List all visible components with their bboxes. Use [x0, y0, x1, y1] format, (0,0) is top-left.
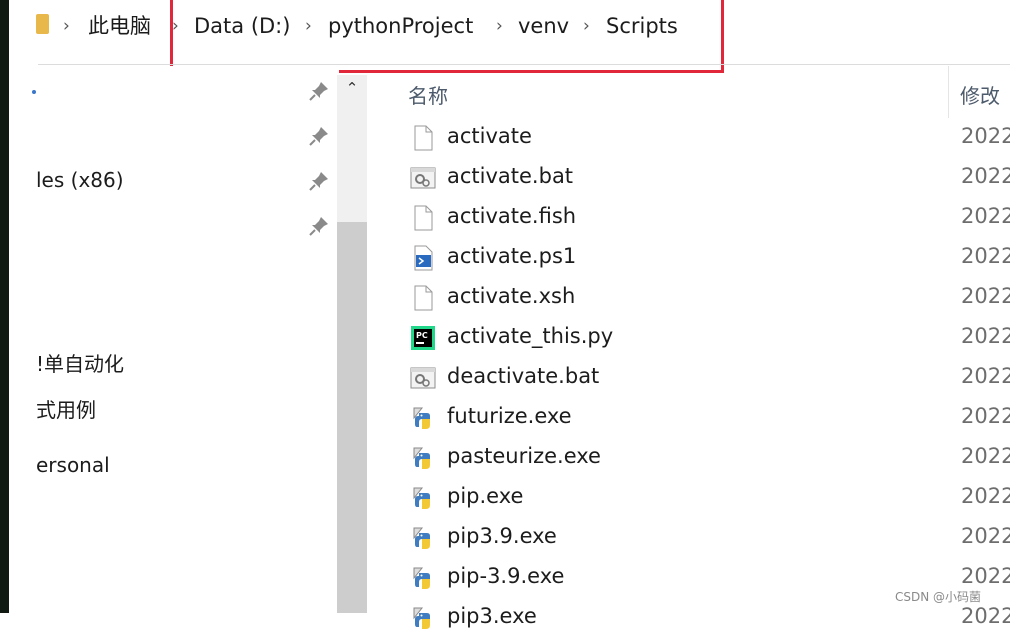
file-row[interactable]: activate.fish 2022 [405, 197, 1010, 237]
breadcrumb-this-pc[interactable]: 此电脑 [88, 12, 151, 40]
divider [38, 64, 1010, 65]
pin-icon[interactable] [308, 170, 330, 192]
column-header-modified[interactable]: 修改 [960, 80, 1000, 109]
file-row[interactable]: activate 2022 [405, 117, 1010, 157]
file-modified-date: 2022 [961, 524, 1010, 548]
powershell-file-icon [410, 245, 436, 271]
file-row[interactable]: pip.exe 2022 [405, 477, 1010, 517]
pin-icon[interactable] [308, 125, 330, 147]
file-row[interactable]: activate.bat 2022 [405, 157, 1010, 197]
nav-indicator [32, 90, 36, 94]
file-row[interactable]: futurize.exe 2022 [405, 397, 1010, 437]
file-row[interactable]: deactivate.bat 2022 [405, 357, 1010, 397]
file-row[interactable]: PC activate_this.py 2022 [405, 317, 1010, 357]
file-name: activate.xsh [447, 284, 576, 308]
pycharm-file-icon: PC [410, 325, 436, 351]
file-modified-date: 2022 [961, 324, 1010, 348]
python-exe-icon [410, 605, 436, 631]
nav-item[interactable]: !单自动化 [36, 348, 124, 377]
file-modified-date: 2022 [961, 604, 1010, 628]
file-modified-date: 2022 [961, 244, 1010, 268]
nav-item[interactable]: 式用例 [36, 394, 96, 423]
navigation-pane [9, 66, 339, 613]
file-name: pip3.9.exe [447, 524, 557, 548]
file-name: pip3.exe [447, 604, 537, 628]
python-exe-icon [410, 485, 436, 511]
nav-scrollbar-thumb[interactable] [337, 222, 367, 613]
column-header-name[interactable]: 名称 [408, 80, 448, 109]
column-separator[interactable] [948, 66, 949, 118]
blank-file-icon [410, 205, 436, 231]
file-modified-date: 2022 [961, 164, 1010, 188]
file-name: activate_this.py [447, 324, 614, 348]
annotation-highlight-box [170, 0, 724, 73]
python-exe-icon [410, 445, 436, 471]
nav-item[interactable]: les (x86) [36, 168, 124, 192]
file-modified-date: 2022 [961, 284, 1010, 308]
file-name: activate [447, 124, 532, 148]
file-modified-date: 2022 [961, 364, 1010, 388]
file-row[interactable]: activate.ps1 2022 [405, 237, 1010, 277]
folder-icon [36, 14, 49, 34]
nav-item[interactable]: ersonal [36, 453, 110, 477]
pin-icon[interactable] [308, 215, 330, 237]
batch-file-icon [410, 365, 436, 391]
left-window-edge [0, 0, 9, 613]
file-name: pip.exe [447, 484, 524, 508]
file-name: activate.fish [447, 204, 577, 228]
pin-icon[interactable] [308, 80, 330, 102]
file-row[interactable]: pasteurize.exe 2022 [405, 437, 1010, 477]
scroll-up-icon[interactable]: ⌃ [337, 75, 367, 101]
file-row[interactable]: activate.xsh 2022 [405, 277, 1010, 317]
file-modified-date: 2022 [961, 444, 1010, 468]
file-name: pip-3.9.exe [447, 564, 565, 588]
blank-file-icon [410, 125, 436, 151]
file-modified-date: 2022 [961, 564, 1010, 588]
file-name: activate.bat [447, 164, 574, 188]
file-modified-date: 2022 [961, 204, 1010, 228]
file-row[interactable]: pip3.9.exe 2022 [405, 517, 1010, 557]
file-name: pasteurize.exe [447, 444, 601, 468]
file-modified-date: 2022 [961, 124, 1010, 148]
chevron-right-icon[interactable]: › [63, 12, 70, 40]
blank-file-icon [410, 285, 436, 311]
watermark: CSDN @小码菌 [895, 590, 982, 604]
file-name: deactivate.bat [447, 364, 600, 388]
file-modified-date: 2022 [961, 404, 1010, 428]
file-modified-date: 2022 [961, 484, 1010, 508]
python-exe-icon [410, 565, 436, 591]
python-exe-icon [410, 405, 436, 431]
svg-text:PC: PC [416, 331, 428, 340]
file-name: activate.ps1 [447, 244, 577, 268]
python-exe-icon [410, 525, 436, 551]
batch-file-icon [410, 165, 436, 191]
file-name: futurize.exe [447, 404, 572, 428]
